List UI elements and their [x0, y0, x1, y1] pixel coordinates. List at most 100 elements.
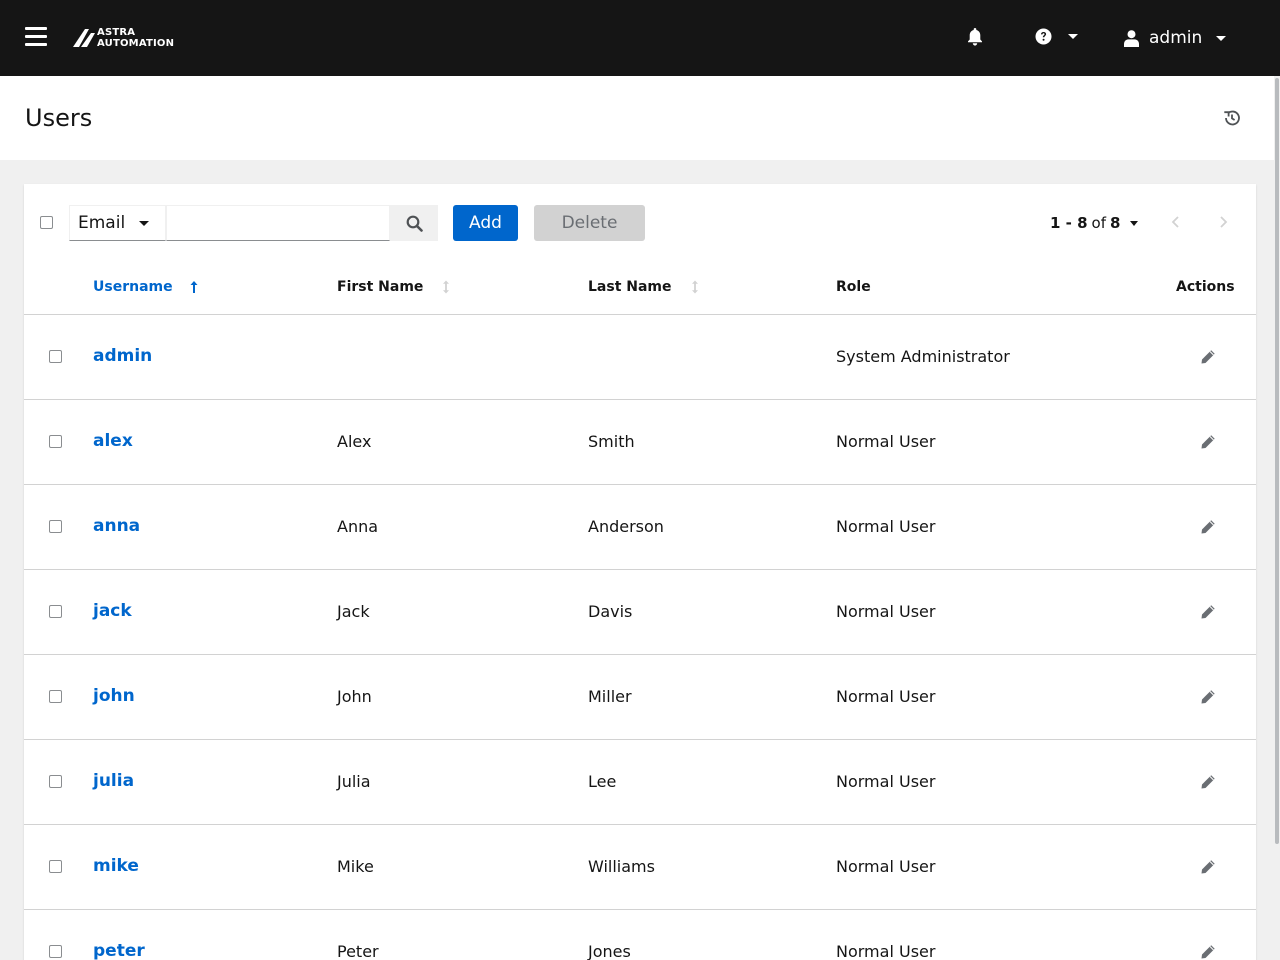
first-name-cell: Peter	[337, 942, 379, 960]
first-name-cell: Julia	[337, 772, 371, 791]
row-checkbox[interactable]	[49, 520, 62, 533]
logo-line-2: AUTOMATION	[97, 38, 175, 49]
help-menu[interactable]	[1035, 28, 1078, 45]
first-name-cell: Anna	[337, 517, 379, 536]
pagination-range: 1 - 8	[1050, 214, 1088, 232]
last-name-cell: Lee	[588, 772, 617, 791]
column-label: Actions	[1176, 279, 1235, 295]
filter-field-select[interactable]: Email	[69, 205, 166, 241]
username-link[interactable]: anna	[93, 516, 140, 536]
search-icon	[406, 215, 423, 232]
column-header-first-name[interactable]: First Name	[337, 279, 451, 295]
role-cell: Normal User	[836, 942, 936, 960]
search-button[interactable]	[390, 205, 438, 241]
username-link[interactable]: alex	[93, 431, 133, 451]
first-name-cell: Jack	[337, 602, 370, 621]
chevron-down-icon	[139, 221, 149, 226]
table-row: peter Peter Jones Normal User	[24, 910, 1256, 960]
user-icon	[1124, 29, 1139, 47]
last-name-cell: Smith	[588, 432, 635, 451]
username-link[interactable]: mike	[93, 856, 139, 876]
column-header-username[interactable]: Username	[93, 279, 199, 295]
row-checkbox[interactable]	[49, 775, 62, 788]
table-row: mike Mike Williams Normal User	[24, 825, 1256, 910]
last-name-cell: Jones	[588, 942, 631, 960]
pencil-icon[interactable]	[1200, 519, 1216, 535]
pagination-total: 8	[1110, 214, 1121, 232]
user-name: admin	[1149, 28, 1203, 48]
pencil-icon[interactable]	[1200, 774, 1216, 790]
logo[interactable]: ASTRA AUTOMATION	[71, 26, 174, 50]
pencil-icon[interactable]	[1200, 859, 1216, 875]
select-all-checkbox[interactable]	[40, 216, 53, 229]
delete-button[interactable]: Delete	[534, 205, 645, 241]
row-checkbox[interactable]	[49, 435, 62, 448]
first-name-cell: John	[337, 687, 372, 706]
pencil-icon[interactable]	[1200, 349, 1216, 365]
role-cell: Normal User	[836, 772, 936, 791]
username-link[interactable]: john	[93, 686, 135, 706]
row-checkbox[interactable]	[49, 605, 62, 618]
pencil-icon[interactable]	[1200, 944, 1216, 960]
sort-ascending-icon	[190, 281, 198, 293]
last-name-cell: Anderson	[588, 517, 664, 536]
pencil-icon[interactable]	[1200, 434, 1216, 450]
page-title: Users	[25, 104, 93, 132]
first-name-cell: Mike	[337, 857, 374, 876]
filter-field-label: Email	[78, 213, 126, 233]
add-button[interactable]: Add	[453, 205, 518, 241]
page-header: Users	[0, 76, 1280, 160]
row-checkbox[interactable]	[49, 690, 62, 703]
table-header: Username First Name Last Name Role Actio…	[24, 262, 1256, 315]
chevron-down-icon	[1068, 34, 1078, 39]
next-page-icon[interactable]	[1216, 214, 1230, 230]
help-icon	[1035, 28, 1052, 45]
sort-icon	[691, 280, 698, 294]
table-row: jack Jack Davis Normal User	[24, 570, 1256, 655]
role-cell: Normal User	[836, 432, 936, 451]
last-name-cell: Miller	[588, 687, 632, 706]
role-cell: Normal User	[836, 517, 936, 536]
menu-icon[interactable]	[25, 27, 47, 47]
history-icon[interactable]	[1222, 108, 1242, 128]
role-cell: Normal User	[836, 857, 936, 876]
scrollbar-thumb[interactable]	[1275, 78, 1279, 844]
chevron-down-icon	[1130, 220, 1139, 226]
last-name-cell: Williams	[588, 857, 655, 876]
row-checkbox[interactable]	[49, 945, 62, 958]
table-row: john John Miller Normal User	[24, 655, 1256, 740]
column-header-actions: Actions	[1176, 279, 1235, 295]
column-label: First Name	[337, 279, 424, 295]
user-menu[interactable]: admin	[1124, 28, 1227, 48]
table-row: anna Anna Anderson Normal User	[24, 485, 1256, 570]
column-label: Last Name	[588, 279, 672, 295]
table-row: admin System Administrator	[24, 315, 1256, 400]
last-name-cell: Davis	[588, 602, 633, 621]
username-link[interactable]: admin	[93, 346, 152, 366]
username-link[interactable]: julia	[93, 771, 134, 791]
row-checkbox[interactable]	[49, 350, 62, 363]
bell-icon	[968, 28, 982, 46]
role-cell: Normal User	[836, 602, 936, 621]
users-list-card: Email Add Delete 1 - 8 of 8 Username Fir…	[24, 184, 1256, 960]
table-row: alex Alex Smith Normal User	[24, 400, 1256, 485]
logo-mark-icon	[73, 29, 95, 47]
search-input[interactable]	[166, 205, 390, 241]
role-cell: System Administrator	[836, 347, 1010, 366]
column-header-role: Role	[836, 279, 871, 295]
first-name-cell: Alex	[337, 432, 372, 451]
sort-icon	[443, 280, 450, 294]
pagination-of: of	[1091, 214, 1107, 232]
username-link[interactable]: peter	[93, 941, 145, 960]
column-label: Role	[836, 279, 871, 295]
table-row: julia Julia Lee Normal User	[24, 740, 1256, 825]
pencil-icon[interactable]	[1200, 689, 1216, 705]
previous-page-icon[interactable]	[1169, 214, 1183, 230]
pencil-icon[interactable]	[1200, 604, 1216, 620]
row-checkbox[interactable]	[49, 860, 62, 873]
pagination-options-menu[interactable]: 1 - 8 of 8	[1050, 214, 1139, 232]
column-header-last-name[interactable]: Last Name	[588, 279, 700, 295]
notifications-button[interactable]	[967, 28, 983, 46]
column-label: Username	[93, 279, 173, 295]
username-link[interactable]: jack	[93, 601, 132, 621]
